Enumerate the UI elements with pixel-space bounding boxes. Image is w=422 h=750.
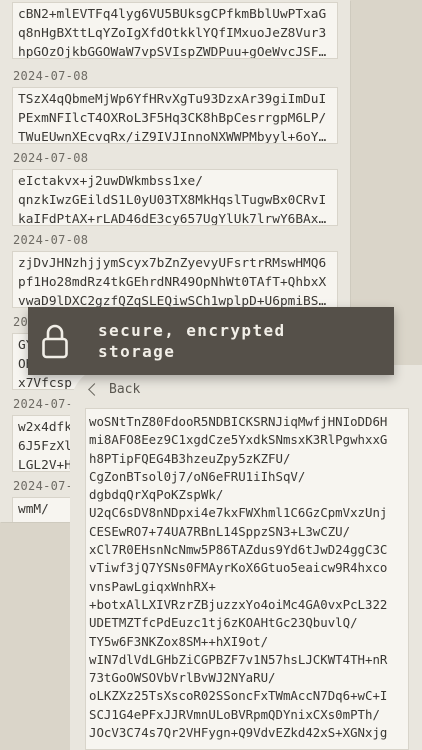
entry-item[interactable]: eIctakvx+j2uwDWkmbss1xe/qnzkIwzGEildS1L0… xyxy=(12,169,338,226)
cipher-line: vnsPawLgiqxWnhRX+ xyxy=(89,578,216,594)
cipher-line: UDETMZTfcPdEuzc1tj6zKOAHtGc23QbuvlQ/ xyxy=(89,615,358,631)
entry-cipher-line: qnzkIwzGEildS1L0yU03TX8MkHqslTugwBx0CRvI xyxy=(18,193,327,208)
back-button[interactable]: Back xyxy=(88,382,140,397)
secure-storage-banner: secure, encrypted storage xyxy=(28,307,394,375)
entry-date: 2024-07-08 xyxy=(13,233,89,247)
entry-cipher-line: TWuEUwnXEcvqRx/iZ9IVJInnoNXWWPMbyyl+6oY… xyxy=(18,130,327,144)
cipher-line: SCJ1G4ePFxJJRVmnULoBVRpmQDYnixCXs0mPTh/ xyxy=(89,706,380,722)
entry-cipher-line: cBN2+mlEVTFq4lyg6VU5BUksgCPfkmBblUwPTxaG xyxy=(18,7,327,22)
entry-item[interactable]: TSzX4qQbmeMjWp6YfHRvXgTu93DzxAr39giImDuI… xyxy=(12,87,338,144)
cipher-line: xCl7R0EHsnNcNmw5P86TAZdus9Yd6tJwD24ggC3C xyxy=(89,542,388,558)
cipher-line: 73tGoOWSOVbVrlBvWJ2NYaRU/ xyxy=(89,670,276,686)
cipher-line: dgbdqQrXqPoKZspWk/ xyxy=(89,487,224,503)
entry-detail-card: Back woSNtTnZ80FdooR5NDBICKSRNJiqMwfjHNI… xyxy=(70,365,422,750)
entry-cipher-line: q8nHgBXttLqYZoIgXfdOtkklYQfIMxuoJeZ8Vur3 xyxy=(18,26,327,41)
entry-item[interactable]: zjDvJHNzhjjymScyx7bZnZyevyUFsrtrRMswHMQ6… xyxy=(12,251,338,308)
cipher-line: vTiwf3jQ7YSNs0FMAyrKoX6Gtuo5eaicw9R4hxco xyxy=(89,560,388,576)
cipher-line: h8PTipFQEG4B3hzeuZpy5zKZFU/ xyxy=(89,450,291,466)
cipher-line: oLKZXz25TsXscoR02SSoncFxTWmAccN7Dq6+wC+I xyxy=(89,688,388,704)
entry-item[interactable]: cBN2+mlEVTFq4lyg6VU5BUksgCPfkmBblUwPTxaG… xyxy=(12,2,338,59)
cipher-line: +botxAlLXIVRzrZBjuzzxYo4oiMc4GA0vxPcL322 xyxy=(89,596,388,612)
lock-icon xyxy=(42,324,68,359)
entry-cipher-line: TSzX4qQbmeMjWp6YfHRvXgTu93DzxAr39giImDuI xyxy=(18,92,327,107)
ciphertext-box[interactable]: woSNtTnZ80FdooR5NDBICKSRNJiqMwfjHNIoDD6H… xyxy=(85,408,409,750)
banner-line-1: secure, encrypted xyxy=(98,321,286,340)
banner-line-2: storage xyxy=(98,342,176,361)
cipher-line: U2qC6sDV8nNDpxi4e7kxFWXhml1C6GzCpmVxzUnj xyxy=(89,505,388,521)
cipher-line: CESEwRO7+74UA7RBnL14SppzSN3+L3wCZU/ xyxy=(89,523,351,539)
cipher-line: CgZonBTsol0j7/oN6eFRU1iIhSqV/ xyxy=(89,468,306,484)
cipher-line: wIN7dlVdLGHbZiCGPBZF7v1N57hsLJCKWT4TH+nR xyxy=(89,651,388,667)
cipher-line: TY5w6F3NKZox8SM++hXI9ot/ xyxy=(89,633,269,649)
entry-cipher-line: vwaD9lDXC2gzfQZqSLEQiwSCh1wplpD+U6pmiBS… xyxy=(18,294,327,308)
cipher-line: JOcV3C74s7Qr2VHFygn+Q9VdvEZkd42xS+XGNxjg xyxy=(89,725,388,741)
cipher-line: mi8AFO8Eez9C1xgdCze5YxdkSNmsxK3RlPgwhxxG xyxy=(89,432,388,448)
entry-date: 2024-07-08 xyxy=(13,69,89,83)
chevron-left-icon xyxy=(88,383,101,396)
entry-cipher-line: pf1Ho28mdRz4tkGEhrdNR49OpNhWt0TAfT+QhbxX xyxy=(18,275,327,290)
cipher-line: == xyxy=(89,742,408,749)
entry-cipher-line: PExmNFIlcT4OXRoL3F5Hq3CK8hBpCesrrgpM6LP/ xyxy=(18,111,327,126)
entry-cipher-line: kaIFdPtAX+rLAD46dE3cy657UgYlUk7lrwY6BAx… xyxy=(18,212,327,226)
entry-cipher-line: eIctakvx+j2uwDWkmbss1xe/ xyxy=(18,174,203,189)
entry-cipher-line: hpGOzOjkbGGOWaW7vpSVIspZWDPuu+gOeWvcJSF… xyxy=(18,45,327,59)
entry-cipher-line: zjDvJHNzhjjymScyx7bZnZyevyUFsrtrRMswHMQ6 xyxy=(18,256,327,271)
cipher-line: woSNtTnZ80FdooR5NDBICKSRNJiqMwfjHNIoDD6H xyxy=(89,414,388,429)
back-label: Back xyxy=(109,382,141,397)
banner-text: secure, encrypted storage xyxy=(98,320,286,362)
entry-date: 2024-07-08 xyxy=(13,151,89,165)
